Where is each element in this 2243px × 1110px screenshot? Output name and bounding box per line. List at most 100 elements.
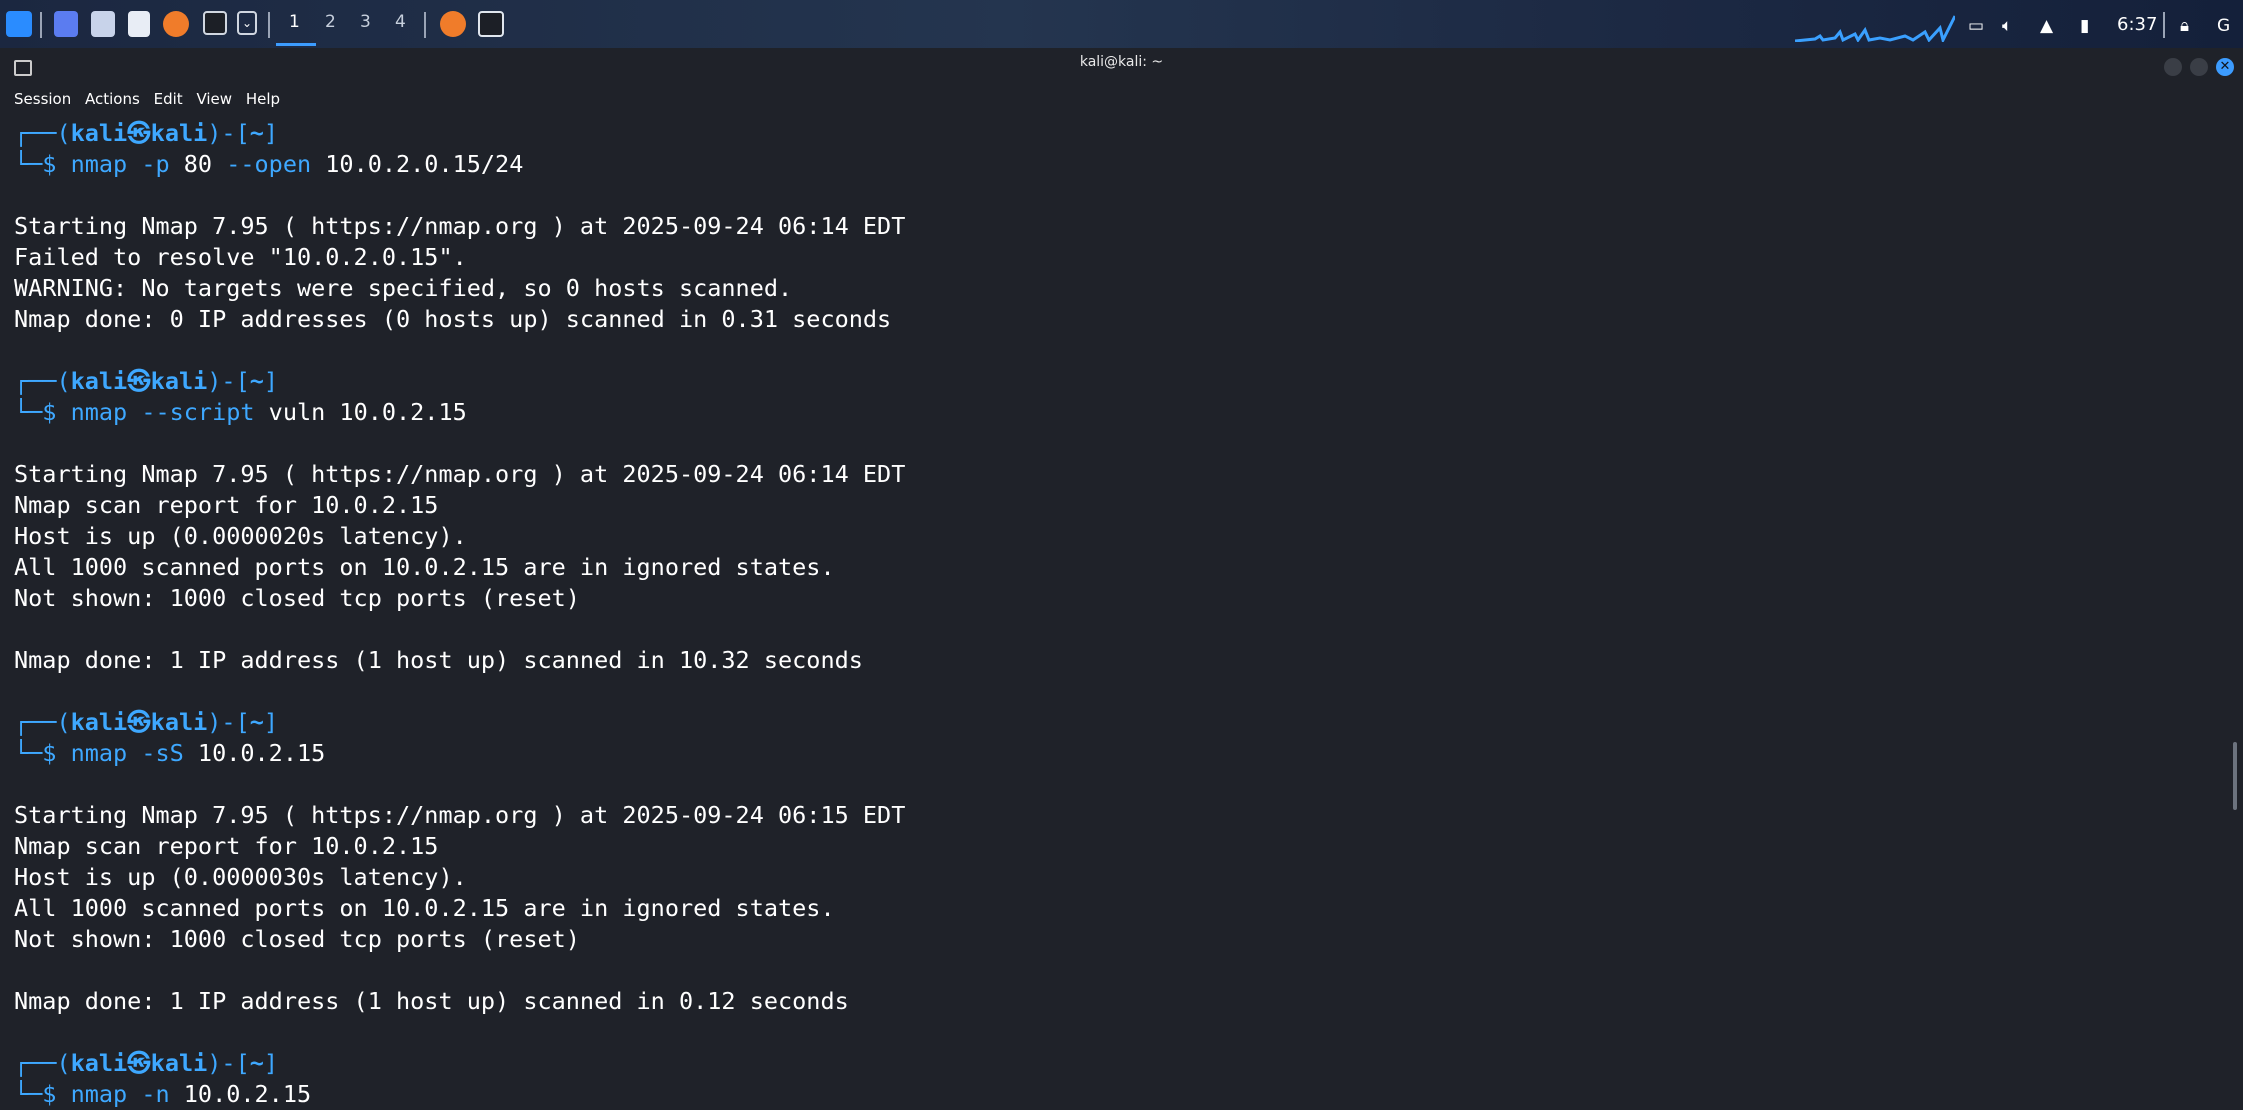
output-line: Starting Nmap 7.95 ( https://nmap.org ) …	[14, 212, 906, 240]
menu-edit[interactable]: Edit	[154, 90, 183, 108]
workspace-2[interactable]: 2	[325, 12, 336, 32]
notification-icon[interactable]: ▲	[2040, 16, 2053, 36]
output-line: All 1000 scanned ports on 10.0.2.15 are …	[14, 894, 835, 922]
prompt-corner: └─	[14, 1080, 43, 1108]
command-args: 10.0.2.15	[169, 1080, 312, 1108]
command-flag: -p	[127, 150, 170, 178]
command-args: 10.0.2.15	[183, 739, 326, 767]
terminal-output[interactable]: ┌──(kali㉿kali)-[~] └─$ nmap -p 80 --open …	[14, 118, 2214, 1110]
firefox-running-icon[interactable]	[440, 11, 466, 37]
command-line: └─$ nmap --script vuln 10.0.2.15	[14, 397, 2214, 428]
prompt-dollar: $	[42, 739, 71, 767]
output-line: Nmap done: 1 IP address (1 host up) scan…	[14, 646, 863, 674]
clock[interactable]: 6:37	[2117, 14, 2157, 35]
output-line: Host is up (0.0000020s latency).	[14, 522, 467, 550]
kali-menu-icon[interactable]	[6, 11, 32, 37]
output-line: Starting Nmap 7.95 ( https://nmap.org ) …	[14, 460, 906, 488]
menu-bar: Session Actions Edit View Help	[14, 90, 289, 108]
workspace-1[interactable]: 1	[289, 12, 300, 32]
volume-icon[interactable]: 🔈︎	[2002, 16, 2012, 36]
command-flag: -sS	[127, 739, 184, 767]
prompt-end: ]	[263, 1049, 279, 1077]
close-button[interactable]: ✕	[2216, 58, 2234, 76]
output-line: Nmap scan report for 10.0.2.15	[14, 491, 439, 519]
firefox-icon[interactable]	[163, 11, 189, 37]
output-line: Host is up (0.0000030s latency).	[14, 863, 467, 891]
prompt-user: kali㉿kali	[70, 1049, 208, 1077]
desktop-icon[interactable]	[54, 11, 78, 37]
command-args-2: 10.0.2.0.15/24	[311, 150, 524, 178]
output-line: Not shown: 1000 closed tcp ports (reset)	[14, 925, 580, 953]
command-flag: -n	[127, 1080, 170, 1108]
menu-view[interactable]: View	[196, 90, 232, 108]
terminal-running-icon[interactable]	[478, 11, 504, 37]
taskbar: ⌄ 1 2 3 4 ▭ 🔈︎ ▲ ▮ 6:37 🔒︎ G	[0, 0, 2243, 48]
prompt-end: ]	[263, 708, 279, 736]
output-line: All 1000 scanned ports on 10.0.2.15 are …	[14, 553, 835, 581]
command-line: └─$ nmap -p 80 --open 10.0.2.0.15/24	[14, 149, 2214, 180]
prompt-dir: ~	[249, 367, 264, 395]
active-workspace-indicator	[276, 43, 316, 46]
lock-icon[interactable]: 🔒︎	[2180, 16, 2189, 36]
command-name: nmap	[70, 1080, 128, 1108]
prompt-close: )-[	[207, 1049, 250, 1077]
prompt-dollar: $	[42, 150, 71, 178]
command-line: └─$ nmap -sS 10.0.2.15	[14, 738, 2214, 769]
prompt-corner: └─	[14, 150, 43, 178]
maximize-button[interactable]	[2190, 58, 2208, 76]
menu-help[interactable]: Help	[246, 90, 280, 108]
prompt-line: ┌──(kali㉿kali)-[~]	[14, 366, 2214, 397]
prompt-dir: ~	[249, 1049, 264, 1077]
taskbar-separator	[424, 12, 426, 38]
prompt-end: ]	[263, 367, 279, 395]
output-line: Not shown: 1000 closed tcp ports (reset)	[14, 584, 580, 612]
prompt-end: ]	[263, 119, 279, 147]
window-title: kali@kali: ~	[1079, 54, 1164, 70]
command-line: └─$ nmap -n 10.0.2.15	[14, 1079, 2214, 1110]
output-line: Failed to resolve "10.0.2.0.15".	[14, 243, 467, 271]
command-flag: --script	[127, 398, 255, 426]
taskbar-separator	[2163, 12, 2165, 38]
prompt-open: ┌──(	[14, 1049, 71, 1077]
prompt-line: ┌──(kali㉿kali)-[~]	[14, 118, 2214, 149]
command-name: nmap	[70, 739, 128, 767]
output-line: Nmap scan report for 10.0.2.15	[14, 832, 439, 860]
prompt-dollar: $	[42, 1080, 71, 1108]
terminal-icon[interactable]	[203, 11, 227, 35]
file-manager-icon[interactable]	[91, 11, 115, 37]
display-icon[interactable]: ▭	[1968, 16, 1984, 36]
prompt-corner: └─	[14, 739, 43, 767]
menu-actions[interactable]: Actions	[85, 90, 140, 108]
prompt-corner: └─	[14, 398, 43, 426]
command-name: nmap	[70, 150, 128, 178]
power-icon[interactable]: G	[2217, 16, 2230, 36]
prompt-close: )-[	[207, 367, 250, 395]
output-line: Nmap done: 1 IP address (1 host up) scan…	[14, 987, 849, 1015]
workspace-4[interactable]: 4	[395, 12, 406, 32]
prompt-close: )-[	[207, 708, 250, 736]
scrollbar-thumb[interactable]	[2233, 742, 2237, 810]
prompt-user: kali㉿kali	[70, 367, 208, 395]
output-line: Starting Nmap 7.95 ( https://nmap.org ) …	[14, 801, 906, 829]
output-line: Nmap done: 0 IP addresses (0 hosts up) s…	[14, 305, 892, 333]
workspace-3[interactable]: 3	[360, 12, 371, 32]
prompt-close: )-[	[207, 119, 250, 147]
prompt-user: kali㉿kali	[70, 119, 208, 147]
prompt-line: ┌──(kali㉿kali)-[~]	[14, 1048, 2214, 1079]
minimize-button[interactable]	[2164, 58, 2182, 76]
battery-icon[interactable]: ▮	[2080, 16, 2089, 36]
text-editor-icon[interactable]	[128, 11, 150, 37]
output-line: WARNING: No targets were specified, so 0…	[14, 274, 793, 302]
prompt-dir: ~	[249, 708, 264, 736]
menu-session[interactable]: Session	[14, 90, 71, 108]
dropdown-icon[interactable]: ⌄	[237, 11, 257, 35]
prompt-dollar: $	[42, 398, 71, 426]
